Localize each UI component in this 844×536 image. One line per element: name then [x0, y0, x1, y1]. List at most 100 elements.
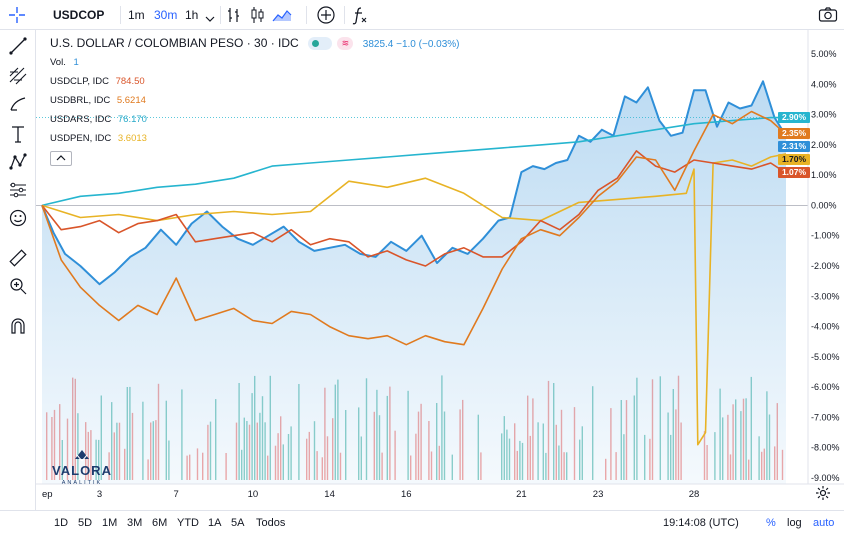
volume-legend: Vol. 1	[50, 57, 79, 68]
range-1d-button[interactable]: 1D	[54, 517, 68, 529]
volume-bar	[441, 375, 443, 480]
magnet-icon[interactable]	[8, 316, 28, 336]
volume-bar	[555, 424, 557, 480]
volume-bar	[625, 400, 628, 480]
compare-add-icon[interactable]	[316, 5, 336, 30]
volume-bar	[339, 452, 342, 480]
text-tool-icon[interactable]	[8, 124, 28, 144]
volume-bar	[506, 429, 508, 480]
forecast-tool-icon[interactable]	[8, 180, 28, 200]
compare-row-usdars[interactable]: USDARS, IDC 76.170	[50, 114, 147, 125]
volume-bar	[345, 410, 347, 480]
ruler-icon[interactable]	[8, 248, 28, 268]
volume-bar	[290, 426, 292, 480]
series-line-usdcop	[41, 80, 787, 286]
percent-scale-toggle[interactable]: %	[766, 517, 776, 529]
volume-bar	[326, 436, 329, 480]
volume-bar	[157, 383, 160, 480]
chevron-down-icon[interactable]	[205, 10, 215, 28]
volume-bar	[152, 421, 154, 480]
volume-bar	[527, 395, 529, 480]
range-todos-button[interactable]: Todos	[256, 517, 285, 529]
volume-bar	[761, 451, 763, 480]
volume-bar	[334, 384, 336, 480]
volume-bar	[462, 399, 464, 480]
price-axis: 5.00% 4.00% 3.00% 2.00% 1.00% 0.00% -1.00% -2.0…	[811, 49, 840, 483]
volume-bar	[503, 416, 505, 480]
legend-collapse-button[interactable]	[50, 151, 72, 166]
volume-bar	[758, 436, 760, 480]
y-tick-label: -5.00%	[811, 352, 840, 362]
toolbar-divider	[220, 6, 221, 24]
volume-bar	[649, 438, 651, 480]
zoom-in-icon[interactable]	[8, 276, 28, 296]
fib-tool-icon[interactable]	[8, 66, 28, 86]
y-tick-label: 4.00%	[811, 79, 837, 89]
interval-30m-button[interactable]: 30m	[151, 6, 180, 24]
gear-icon[interactable]	[815, 485, 831, 506]
x-tick-label: 23	[593, 489, 604, 500]
range-1m-button[interactable]: 1M	[102, 517, 117, 529]
area-chart-icon[interactable]	[272, 6, 292, 29]
volume-bar	[703, 431, 706, 480]
volume-bar	[407, 390, 409, 480]
volume-bar	[563, 452, 565, 480]
interval-1h-button[interactable]: 1h	[182, 6, 201, 24]
range-1a-button[interactable]: 1A	[208, 517, 221, 529]
x-tick-label: 28	[689, 489, 700, 500]
crosshair-icon[interactable]	[8, 6, 26, 29]
last-value-badge-usdbrl: 2.35%	[778, 128, 810, 140]
volume-bar	[360, 436, 362, 480]
volume-bars	[46, 375, 784, 480]
volume-bar	[581, 426, 583, 480]
auto-scale-toggle[interactable]: auto	[813, 517, 834, 529]
volume-bar	[545, 452, 547, 480]
volume-bar	[745, 398, 747, 480]
volume-bar	[501, 433, 503, 480]
log-scale-toggle[interactable]: log	[787, 517, 802, 529]
volume-bar	[235, 422, 238, 480]
volume-bar	[677, 375, 680, 480]
range-6m-button[interactable]: 6M	[152, 517, 167, 529]
range-5a-button[interactable]: 5A	[231, 517, 244, 529]
volume-bar	[519, 440, 521, 480]
volume-bar	[615, 452, 617, 480]
range-ytd-button[interactable]: YTD	[177, 517, 199, 529]
interval-1m-button[interactable]: 1m	[125, 6, 148, 24]
volume-label: Vol.	[50, 57, 66, 68]
brush-icon[interactable]	[8, 94, 28, 114]
x-tick-label: 21	[516, 489, 527, 500]
volume-bar	[321, 457, 323, 480]
pattern-tool-icon[interactable]	[8, 152, 28, 172]
volume-bar	[147, 459, 149, 480]
volume-bar	[280, 416, 282, 480]
emoji-icon[interactable]	[8, 208, 28, 228]
trend-line-icon[interactable]	[8, 36, 28, 56]
volume-bar	[116, 422, 118, 480]
volume-bar	[410, 455, 412, 480]
x-tick-label: 16	[401, 489, 412, 500]
candles-icon[interactable]	[250, 6, 266, 29]
volume-bar	[324, 387, 326, 480]
legend-title: U.S. DOLLAR / COLOMBIAN PESO · 30 · IDC …	[50, 36, 460, 51]
volume-bar	[560, 409, 563, 480]
y-tick-label: -2.00%	[811, 261, 840, 271]
compare-toggle-button[interactable]: ≋	[337, 37, 354, 51]
utc-clock[interactable]: 19:14:08 (UTC)	[663, 517, 739, 529]
volume-bar	[238, 383, 240, 480]
range-5d-button[interactable]: 5D	[78, 517, 92, 529]
volume-bar	[186, 455, 188, 480]
volume-value: 1	[73, 57, 79, 68]
range-3m-button[interactable]: 3M	[127, 517, 142, 529]
compare-row-usdclp[interactable]: USDCLP, IDC 784.50	[50, 76, 145, 87]
indicators-fx-icon[interactable]	[350, 5, 370, 30]
compare-row-usdpen[interactable]: USDPEN, IDC 3.6013	[50, 133, 147, 144]
compare-row-usdbrl[interactable]: USDBRL, IDC 5.6214	[50, 95, 146, 106]
legend-dot-button[interactable]	[308, 37, 333, 51]
camera-icon[interactable]	[818, 6, 838, 29]
symbol-search-button[interactable]: USDCOP	[53, 8, 104, 22]
volume-bar	[155, 420, 157, 480]
volume-bar	[381, 452, 383, 480]
volume-bar	[124, 448, 126, 480]
bar-style-icon[interactable]	[226, 6, 242, 29]
